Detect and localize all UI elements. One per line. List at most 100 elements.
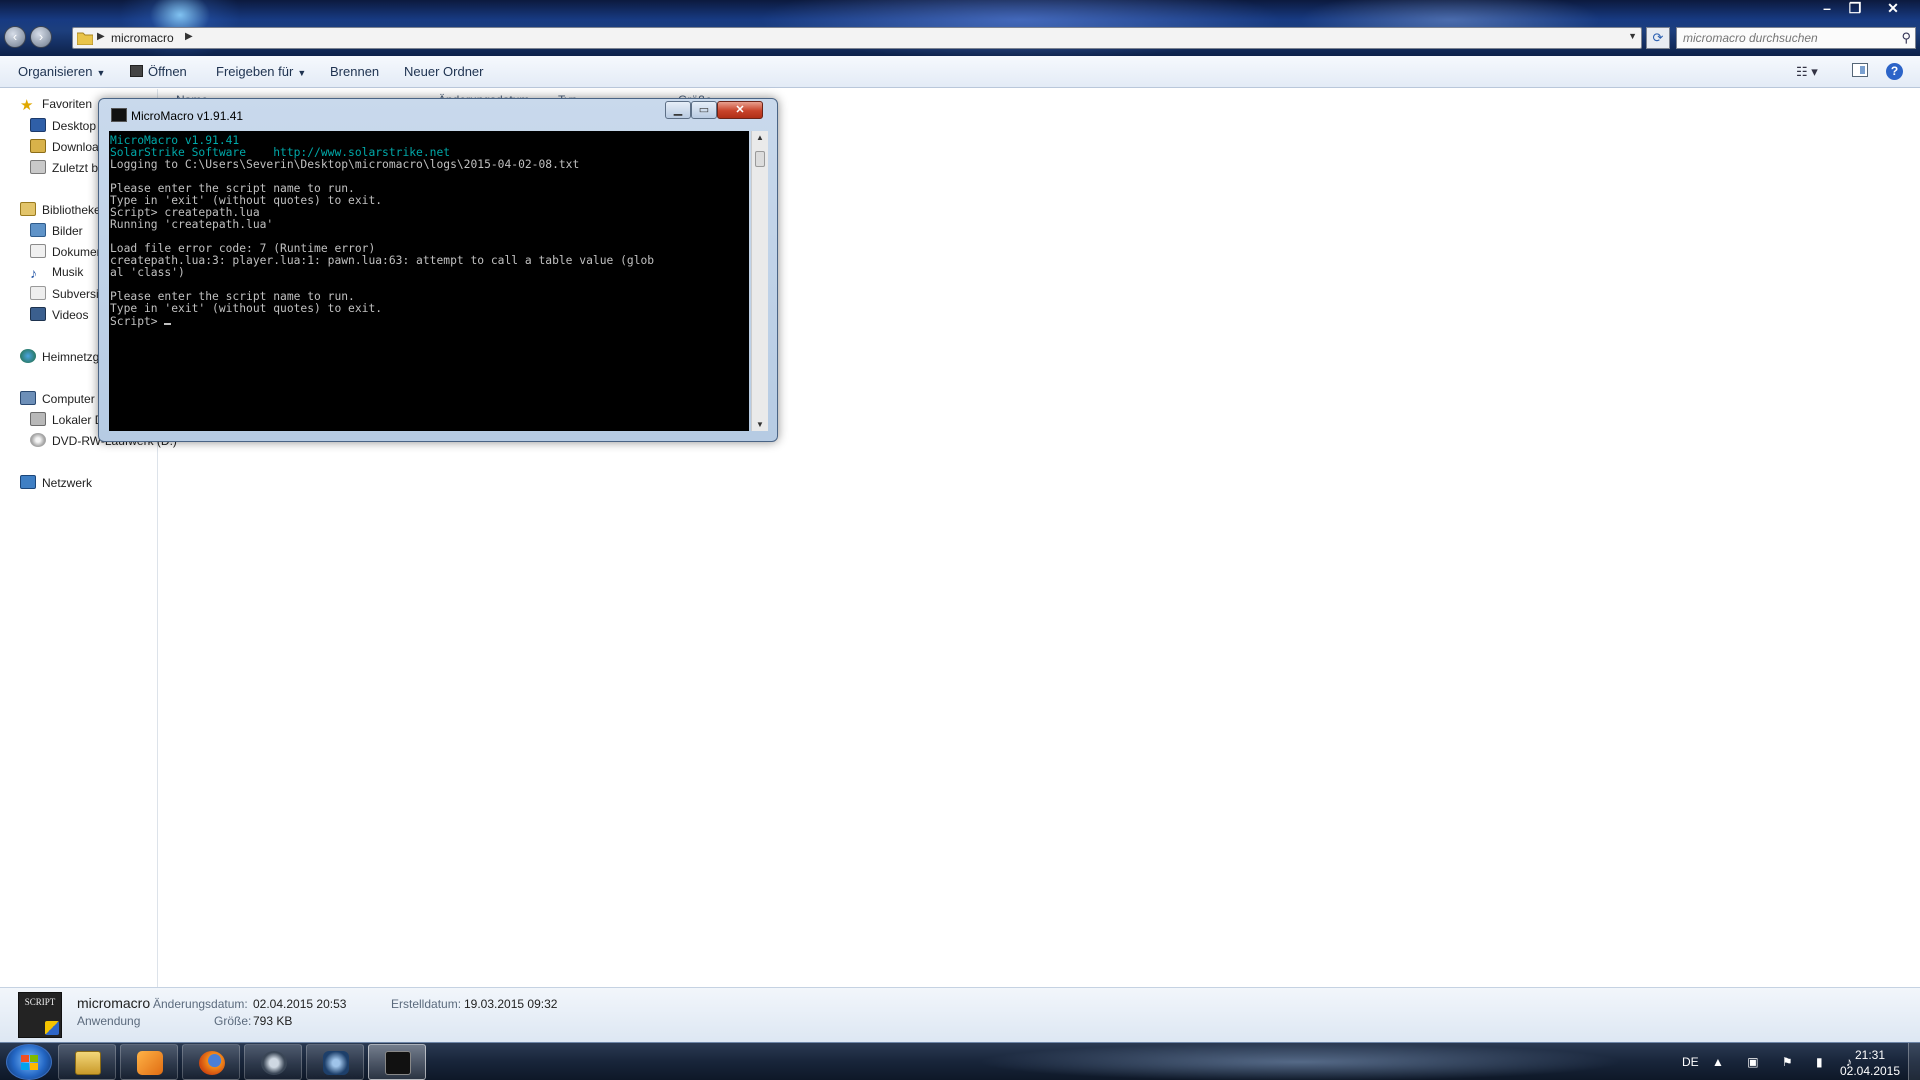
homegroup-icon — [20, 349, 36, 363]
app-icon — [261, 1051, 287, 1075]
command-bar: Organisieren ▼ Öffnen Freigeben für ▼ Bren… — [0, 56, 1920, 88]
nav-pictures[interactable]: Bilder — [30, 223, 83, 243]
thumbnail-text: SCRIPT — [24, 997, 56, 1007]
breadcrumb-separator-icon[interactable]: ▶ — [185, 31, 193, 42]
uac-shield-icon — [45, 1021, 59, 1035]
music-icon: ♪ — [30, 265, 37, 281]
open-label: Öffnen — [148, 64, 187, 79]
show-desktop-button[interactable] — [1908, 1043, 1920, 1080]
help-icon[interactable]: ? — [1886, 63, 1903, 80]
text-cursor — [164, 315, 172, 325]
nav-videos[interactable]: Videos — [30, 307, 88, 327]
nav-label: Favoriten — [42, 97, 93, 111]
console-line: Logging to C:\Users\Severin\Desktop\micr… — [110, 158, 580, 171]
script-file-thumbnail: SCRIPT — [18, 992, 62, 1038]
hard-drive-icon — [30, 412, 46, 426]
details-size-value: 793 KB — [253, 1014, 293, 1028]
scroll-down-icon[interactable]: ▼ — [752, 420, 768, 429]
nav-label: Netzwerk — [42, 476, 93, 490]
folder-icon — [77, 32, 93, 45]
chevron-down-icon: ▼ — [297, 68, 307, 78]
breadcrumb-item[interactable]: micromacro — [111, 31, 174, 45]
recent-places-icon — [30, 160, 46, 174]
folder-icon — [75, 1051, 101, 1075]
search-box[interactable]: ⚲ — [1676, 27, 1916, 49]
console-output[interactable]: MicroMacro v1.91.41 SolarStrike Software… — [109, 131, 749, 431]
taskbar-micromacro-button[interactable] — [368, 1044, 426, 1080]
app-icon — [323, 1051, 349, 1075]
taskbar-app-button[interactable] — [306, 1044, 364, 1080]
console-maximize-button[interactable]: ▭ — [691, 101, 717, 119]
language-indicator[interactable]: DE — [1682, 1055, 1699, 1069]
console-line: Type in 'exit' (without quotes) to exit. — [110, 302, 383, 315]
console-window[interactable]: MicroMacro v1.91.41 ▁ ▭ ✕ MicroMacro v1.… — [98, 98, 778, 442]
console-title: MicroMacro v1.91.41 — [131, 109, 244, 123]
downloads-icon — [30, 139, 46, 153]
subversion-icon — [30, 286, 46, 300]
organize-button[interactable]: Organisieren ▼ — [18, 64, 105, 79]
chevron-down-icon[interactable]: ▼ — [1628, 31, 1637, 41]
details-created-value: 19.03.2015 09:32 — [464, 997, 558, 1011]
nav-network[interactable]: Netzwerk — [20, 475, 92, 495]
nav-label: Desktop — [52, 119, 97, 133]
nav-label: Musik — [52, 265, 84, 279]
computer-icon — [20, 391, 36, 405]
console-line: createpath.lua:3: player.lua:1: pawn.lua… — [110, 254, 655, 267]
dvd-drive-icon — [30, 433, 46, 447]
search-input[interactable] — [1683, 30, 1883, 46]
forward-button[interactable]: › — [30, 26, 52, 48]
preview-pane-button[interactable] — [1852, 63, 1868, 77]
nav-libraries[interactable]: Bibliotheken — [20, 202, 107, 222]
start-button[interactable] — [6, 1044, 52, 1080]
close-button[interactable]: ✕ — [1880, 0, 1906, 18]
maximize-button[interactable]: ❐ — [1842, 0, 1868, 18]
share-label: Freigeben für — [216, 64, 294, 79]
minimize-button[interactable]: – — [1814, 0, 1840, 18]
firefox-icon — [199, 1051, 225, 1075]
console-minimize-button[interactable]: ▁ — [665, 101, 691, 119]
taskbar-app-button[interactable] — [244, 1044, 302, 1080]
windows-logo-icon — [21, 1055, 39, 1071]
explorer-title-bar: ‹ › ▶ micromacro ▶ ▼ ⟳ ⚲ – ❐ ✕ — [0, 0, 1920, 60]
details-modified-value: 02.04.2015 20:53 — [253, 997, 347, 1011]
details-created-label: Erstelldatum: — [391, 997, 462, 1011]
console-close-button[interactable]: ✕ — [717, 101, 763, 119]
change-view-button[interactable]: ☷ ▾ — [1796, 64, 1818, 80]
nav-label: Videos — [52, 308, 89, 322]
new-folder-button[interactable]: Neuer Ordner — [404, 64, 483, 79]
library-icon — [20, 202, 36, 216]
breadcrumb-separator-icon[interactable]: ▶ — [97, 31, 105, 42]
console-line: Running 'createpath.lua' — [110, 218, 274, 231]
pictures-icon — [30, 223, 46, 237]
scroll-thumb[interactable] — [755, 151, 765, 167]
details-file-name: micromacro — [77, 995, 151, 1011]
script-app-icon — [130, 65, 143, 77]
media-player-icon — [137, 1051, 163, 1075]
console-prompt-line[interactable]: Script> — [110, 315, 748, 328]
nav-favorites[interactable]: ★ Favoriten — [20, 97, 92, 117]
refresh-button[interactable]: ⟳ — [1646, 27, 1670, 49]
console-icon — [385, 1051, 411, 1075]
nav-desktop[interactable]: Desktop — [30, 118, 96, 138]
chevron-down-icon: ▼ — [96, 68, 106, 78]
clock-date[interactable]: 02.04.2015 — [1836, 1064, 1904, 1078]
nav-label: Bilder — [52, 224, 83, 238]
share-with-button[interactable]: Freigeben für ▼ — [216, 64, 306, 79]
open-button[interactable]: Öffnen — [130, 64, 187, 79]
documents-icon — [30, 244, 46, 258]
search-icon[interactable]: ⚲ — [1901, 30, 1911, 46]
console-scrollbar[interactable]: ▲ ▼ — [751, 131, 768, 431]
burn-button[interactable]: Brennen — [330, 64, 379, 79]
taskbar-explorer-button[interactable] — [58, 1044, 116, 1080]
scroll-up-icon[interactable]: ▲ — [752, 133, 768, 142]
back-button[interactable]: ‹ — [4, 26, 26, 48]
taskbar-firefox-button[interactable] — [182, 1044, 240, 1080]
clock-time[interactable]: 21:31 — [1840, 1048, 1900, 1062]
address-bar[interactable]: ▶ micromacro ▶ ▼ — [72, 27, 1642, 49]
details-modified-label: Änderungsdatum: — [153, 997, 248, 1011]
nav-music[interactable]: ♪ Musik — [30, 265, 83, 285]
taskbar-media-player-button[interactable] — [120, 1044, 178, 1080]
nav-computer[interactable]: Computer — [20, 391, 95, 411]
console-icon — [111, 108, 127, 122]
console-prompt: Script> — [110, 315, 165, 328]
